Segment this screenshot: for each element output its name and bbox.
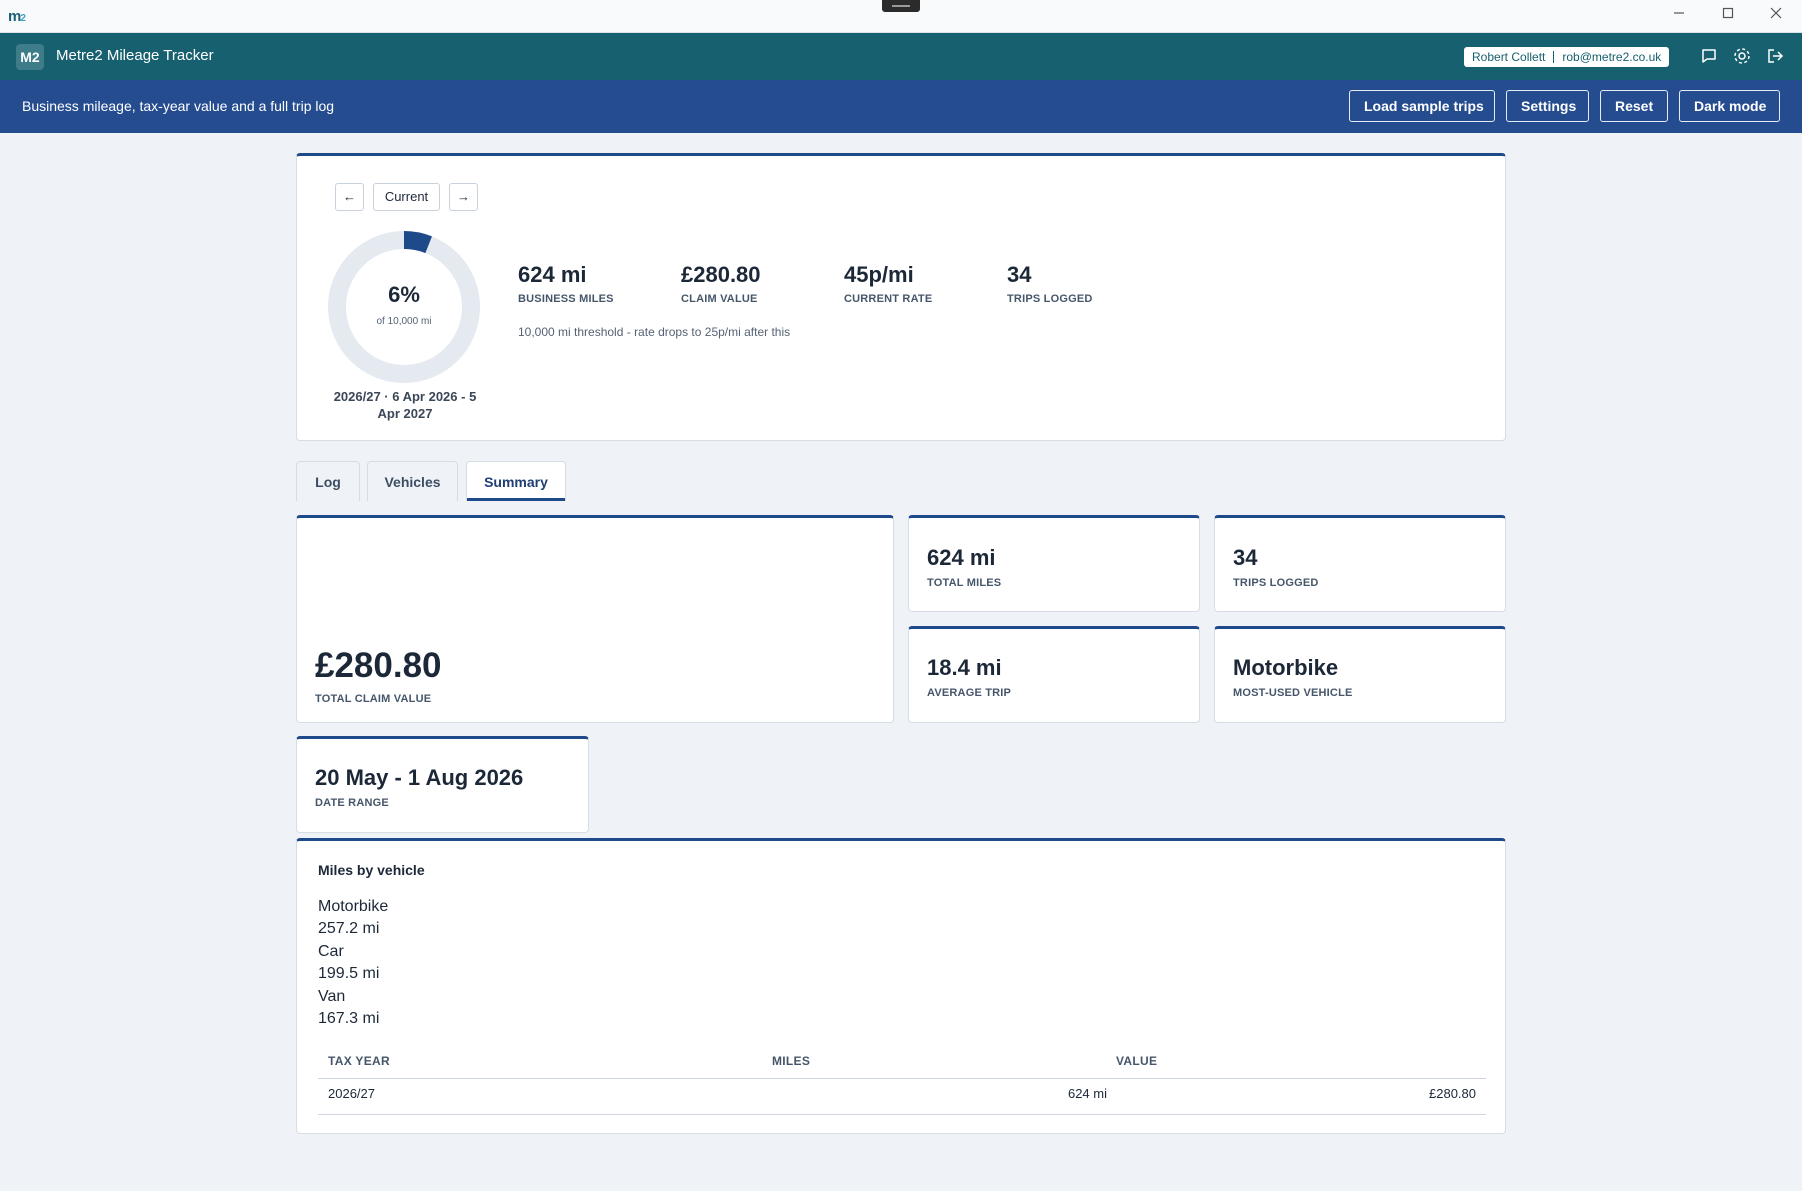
- logout-icon[interactable]: [1764, 45, 1786, 67]
- window-logo-icon: m2: [8, 8, 26, 25]
- reset-button[interactable]: Reset: [1600, 90, 1668, 122]
- miles-by-vehicle-title: Miles by vehicle: [318, 862, 425, 878]
- tagline: Business mileage, tax-year value and a f…: [22, 98, 335, 114]
- column-header-miles: MILES: [772, 1054, 811, 1068]
- vehicle-name: Motorbike: [318, 898, 389, 915]
- tab-log[interactable]: Log: [296, 461, 360, 501]
- vehicle-miles: 257.2 mi: [318, 920, 380, 938]
- most-used-vehicle-value: Motorbike: [1233, 655, 1339, 680]
- progress-subtitle: of 10,000 mi: [376, 316, 432, 327]
- column-header-tax-year: TAX YEAR: [328, 1054, 390, 1068]
- stat-current-rate-label: CURRENT RATE: [844, 293, 933, 305]
- app-logo: M2: [16, 44, 44, 70]
- window-drag-handle[interactable]: [882, 0, 920, 12]
- stat-claim-value-value: £280.80: [681, 262, 761, 287]
- load-sample-trips-button[interactable]: Load sample trips: [1349, 90, 1495, 122]
- user-name: Robert Collett: [1472, 50, 1546, 64]
- date-range-label: DATE RANGE: [315, 797, 389, 809]
- trips-logged-value: 34: [1233, 545, 1258, 570]
- app-title: Metre2 Mileage Tracker: [56, 47, 214, 64]
- table-divider: [318, 1078, 1486, 1079]
- chat-icon[interactable]: [1698, 45, 1720, 67]
- vehicle-miles-list: Motorbike 257.2 mi Car 199.5 mi Van 167.…: [318, 896, 388, 1030]
- window-titlebar: m2: [0, 0, 1802, 33]
- total-claim-value: £280.80: [315, 646, 442, 685]
- column-header-value: VALUE: [1116, 1054, 1158, 1068]
- date-range-value: 20 May - 1 Aug 2026: [315, 765, 524, 790]
- most-used-vehicle-card: Motorbike MOST-USED VEHICLE: [1214, 626, 1506, 723]
- current-year-button[interactable]: Current: [373, 183, 440, 211]
- user-badge[interactable]: Robert Collett rob@metre2.co.uk: [1464, 47, 1670, 67]
- minimize-icon[interactable]: [1668, 6, 1690, 26]
- total-claim-label: TOTAL CLAIM VALUE: [315, 693, 432, 705]
- settings-button[interactable]: Settings: [1506, 90, 1589, 122]
- divider: [1553, 51, 1555, 63]
- app-header: M2 Metre2 Mileage Tracker Robert Collett…: [0, 33, 1802, 80]
- toolbar: Business mileage, tax-year value and a f…: [0, 80, 1802, 133]
- date-range-card: 20 May - 1 Aug 2026 DATE RANGE: [296, 736, 589, 833]
- vehicle-name: Car: [318, 942, 344, 960]
- next-year-button[interactable]: →: [449, 183, 478, 211]
- close-icon[interactable]: [1765, 6, 1787, 26]
- trips-logged-card: 34 TRIPS LOGGED: [1214, 515, 1506, 612]
- progress-percent: 6%: [388, 282, 420, 307]
- average-trip-card: 18.4 mi AVERAGE TRIP: [908, 626, 1200, 723]
- cell-miles: 624 mi: [1067, 1086, 1107, 1101]
- stat-claim-value-label: CLAIM VALUE: [681, 293, 758, 305]
- vehicle-name: Van: [318, 987, 346, 1005]
- stat-business-miles-value: 624 mi: [518, 262, 587, 287]
- average-trip-value: 18.4 mi: [927, 655, 1002, 680]
- vehicle-miles: 199.5 mi: [318, 965, 380, 983]
- cell-tax-year: 2026/27: [328, 1086, 375, 1101]
- threshold-note: 10,000 mi threshold - rate drops to 25p/…: [518, 325, 791, 339]
- tax-year-period: 2026/27 · 6 Apr 2026 - 5 Apr 2027: [333, 389, 477, 421]
- tab-summary[interactable]: Summary: [466, 461, 566, 501]
- vehicle-miles: 167.3 mi: [318, 1010, 380, 1028]
- user-email: rob@metre2.co.uk: [1562, 50, 1662, 64]
- trips-logged-label: TRIPS LOGGED: [1233, 577, 1319, 589]
- miles-by-vehicle-panel: Miles by vehicle Motorbike 257.2 mi Car …: [296, 838, 1506, 1134]
- overview-panel: ← Current → 6% of 10,000 mi 2026/27 · 6 …: [296, 153, 1506, 441]
- stat-trips-logged-value: 34: [1007, 262, 1032, 287]
- gear-icon[interactable]: [1731, 45, 1753, 67]
- maximize-icon[interactable]: [1717, 6, 1739, 26]
- stat-trips-logged-label: TRIPS LOGGED: [1007, 293, 1093, 305]
- stat-business-miles-label: BUSINESS MILES: [518, 293, 614, 305]
- table-divider: [318, 1114, 1486, 1115]
- total-claim-card: £280.80 TOTAL CLAIM VALUE: [296, 515, 894, 723]
- dark-mode-button[interactable]: Dark mode: [1679, 90, 1780, 122]
- cell-value: £280.80: [1429, 1086, 1476, 1101]
- total-miles-value: 624 mi: [927, 545, 996, 570]
- most-used-vehicle-label: MOST-USED VEHICLE: [1233, 687, 1353, 699]
- stat-current-rate-value: 45p/mi: [844, 262, 914, 287]
- total-miles-label: TOTAL MILES: [927, 577, 1002, 589]
- previous-year-button[interactable]: ←: [335, 183, 364, 211]
- total-miles-card: 624 mi TOTAL MILES: [908, 515, 1200, 612]
- tab-vehicles[interactable]: Vehicles: [367, 461, 458, 501]
- average-trip-label: AVERAGE TRIP: [927, 687, 1012, 699]
